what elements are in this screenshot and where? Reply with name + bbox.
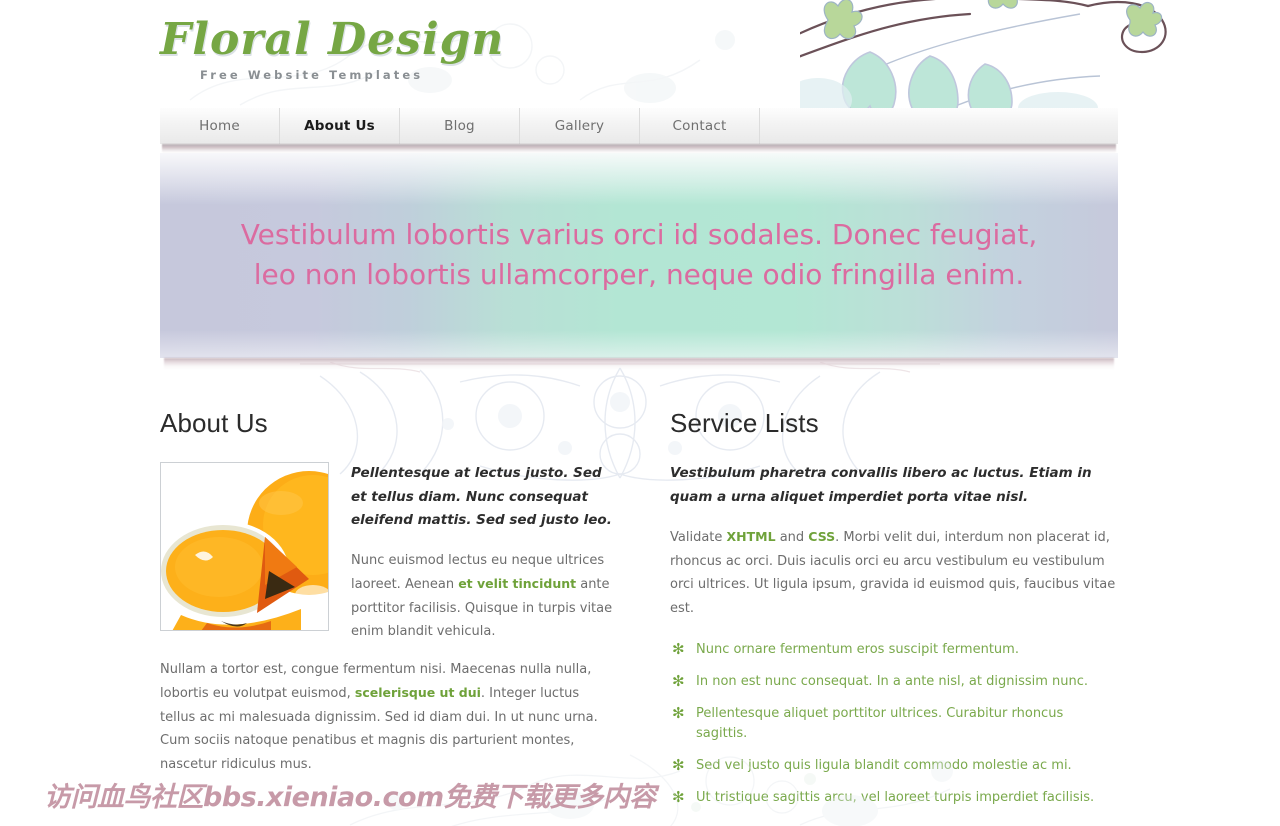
services-lead-paragraph: Vestibulum pharetra convallis libero ac …	[670, 465, 1092, 505]
services-paragraph: Validate XHTML and CSS. Morbi velit dui,…	[670, 525, 1118, 620]
css-validate-link[interactable]: CSS	[808, 529, 835, 544]
nav-item-about-us[interactable]: About Us	[280, 108, 400, 144]
logo-tagline: Free Website Templates	[200, 68, 424, 82]
list-item-label: Ut tristique sagittis arcu, vel laoreet …	[696, 790, 1095, 805]
list-item[interactable]: ✻ Pellentesque aliquet porttitor ultrices…	[670, 704, 1118, 744]
flower-bullet-icon: ✻	[672, 640, 685, 658]
list-item-label: Sed vel justo quis ligula blandit commod…	[696, 758, 1072, 773]
about-p1-link[interactable]: et velit tincidunt	[458, 576, 576, 591]
services-p-pre: Validate	[670, 530, 727, 545]
nav-item-blog[interactable]: Blog	[400, 108, 520, 144]
list-item-label: In non est nunc consequat. In a ante nis…	[696, 674, 1089, 689]
main-content: About Us Pellentesque at lectus justo. S…	[160, 408, 1118, 820]
hero-banner: Vestibulum lobortis varius orci id sodal…	[160, 153, 1118, 370]
logo-wordmark: Floral Design	[160, 14, 505, 65]
service-list: ✻ Nunc ornare fermentum eros suscipit fer…	[670, 640, 1118, 808]
nav-item-contact[interactable]: Contact	[640, 108, 760, 144]
list-item[interactable]: ✻ Nunc ornare fermentum eros suscipit fer…	[670, 640, 1118, 660]
flower-bullet-icon: ✻	[672, 672, 685, 690]
list-item-label: Pellentesque aliquet porttitor ultrices.…	[696, 706, 1064, 741]
about-paragraph-2: Nullam a tortor est, congue fermentum ni…	[160, 658, 616, 777]
about-p2-link[interactable]: scelerisque ut dui	[355, 685, 481, 700]
site-watermark: 访问血鸟社区bbs.xieniao.com免费下载更多内容	[44, 782, 656, 813]
hero-banner-text: Vestibulum lobortis varius orci id sodal…	[240, 218, 1038, 291]
page-root: Floral Design Free Website Templates Hom…	[0, 0, 1280, 826]
list-item-label: Nunc ornare fermentum eros suscipit ferm…	[696, 642, 1019, 657]
nav-shadow-strip	[162, 144, 1116, 153]
orange-slices-photo	[161, 463, 328, 630]
list-item[interactable]: ✻ Sed vel justo quis ligula blandit commo…	[670, 756, 1118, 776]
services-section-title: Service Lists	[670, 408, 819, 438]
site-header: Floral Design Free Website Templates	[0, 0, 1280, 108]
main-navigation[interactable]: Home About Us Blog Gallery Contact	[160, 108, 1118, 144]
services-column: Service Lists Vestibulum pharetra conval…	[670, 408, 1118, 820]
services-p-mid: and	[775, 530, 809, 545]
nav-filler	[760, 108, 1118, 144]
flower-bullet-icon: ✻	[672, 756, 685, 774]
header-floral-decoration	[800, 0, 1167, 108]
about-section-title: About Us	[160, 408, 268, 438]
flower-bullet-icon: ✻	[672, 788, 685, 806]
site-logo[interactable]: Floral Design Free Website Templates	[160, 14, 505, 82]
list-item[interactable]: ✻ Ut tristique sagittis arcu, vel laoreet…	[670, 788, 1118, 808]
about-thumbnail-image[interactable]	[160, 462, 329, 631]
hero-top-fade	[160, 153, 1118, 205]
nav-item-gallery[interactable]: Gallery	[520, 108, 640, 144]
xhtml-validate-link[interactable]: XHTML	[727, 529, 776, 544]
hero-banner-shadow	[164, 358, 1114, 370]
about-text-flow: Pellentesque at lectus justo. Sed et tel…	[160, 462, 616, 644]
about-column: About Us Pellentesque at lectus justo. S…	[160, 408, 616, 820]
list-item[interactable]: ✻ In non est nunc consequat. In a ante ni…	[670, 672, 1118, 692]
flower-bullet-icon: ✻	[672, 704, 685, 722]
nav-item-home[interactable]: Home	[160, 108, 280, 144]
hero-bottom-fade	[160, 330, 1118, 358]
